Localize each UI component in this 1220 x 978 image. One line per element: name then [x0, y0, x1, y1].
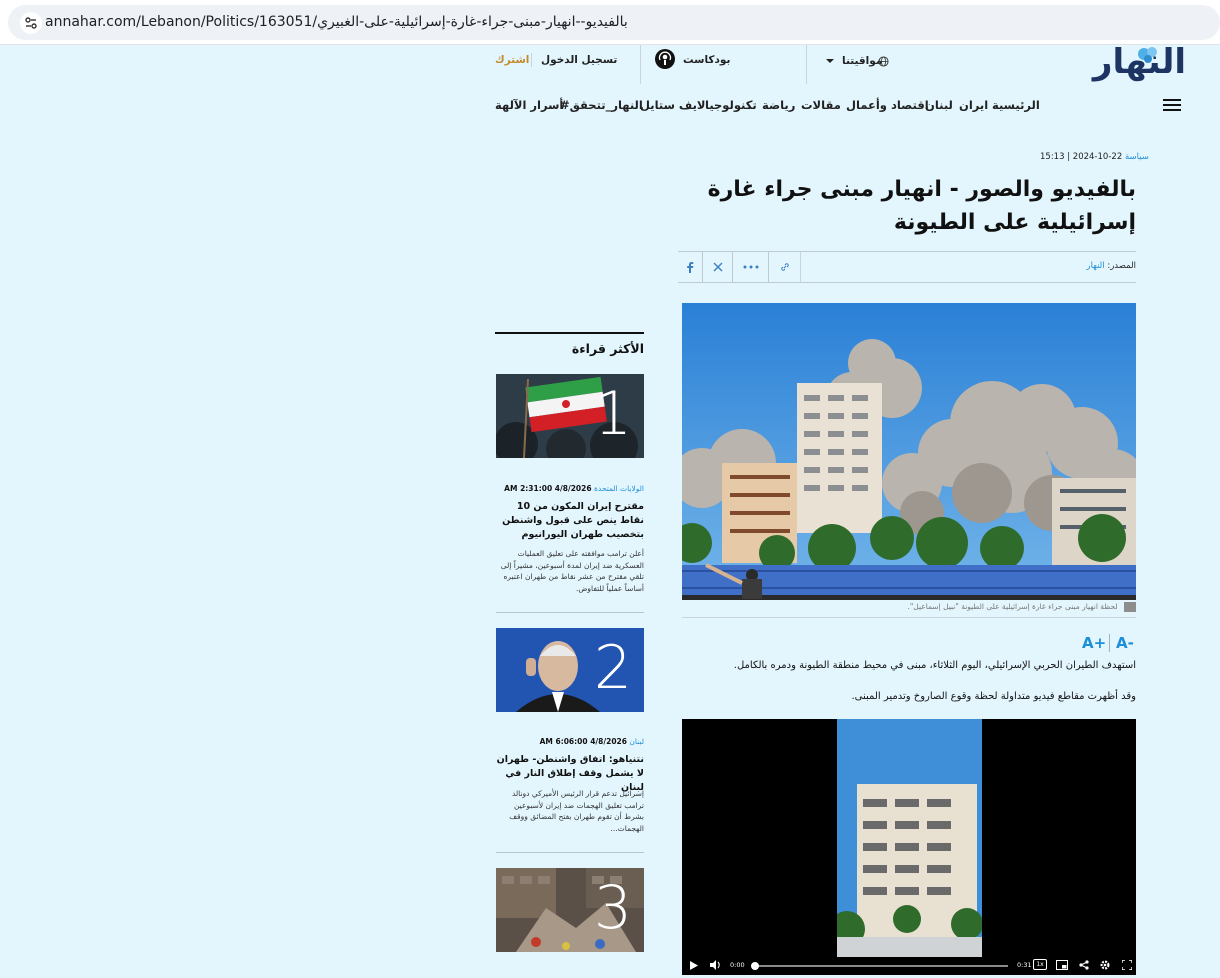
source-label: المصدر: [1107, 261, 1136, 271]
login-link[interactable]: تسجيل الدخول [541, 54, 617, 66]
font-decrease-button[interactable]: A- [1116, 634, 1134, 652]
font-size-controls: A- A+ [1080, 634, 1138, 654]
sidebar-divider [495, 332, 644, 334]
most-read-image-1[interactable]: 1 [496, 374, 644, 458]
article-meta: سياسة 22-10-2024 | 15:13 [1040, 152, 1149, 162]
chevron-down-icon [826, 59, 834, 63]
item-date: 4/8/2026 6:06:00 AM [539, 737, 627, 746]
fullscreen-icon[interactable] [1122, 960, 1132, 970]
caption-text: لحظة انهيار مبنى جراء غارة إسرائيلية على… [907, 602, 1118, 611]
article-paragraph: استهدف الطيران الحربي الإسرائيلي، اليوم … [733, 660, 1136, 671]
video-controls: 0:00 0:31 1x [682, 957, 1136, 975]
rank-number: 3 [593, 873, 632, 943]
globe-icon [878, 56, 889, 67]
nav-iran[interactable]: ايران [959, 98, 988, 112]
article-source: المصدر: النهار [1086, 261, 1136, 271]
settings-icon[interactable] [1100, 960, 1110, 970]
facebook-icon[interactable] [678, 252, 702, 282]
card-divider [496, 612, 644, 613]
article-category[interactable]: سياسة [1125, 152, 1149, 162]
more-icon[interactable] [732, 252, 768, 282]
item-category[interactable]: الولايات المتحدة [594, 484, 644, 493]
menu-icon[interactable] [1160, 95, 1184, 115]
caption-divider [682, 617, 1136, 618]
header-divider [806, 45, 807, 84]
share-bar: المصدر: النهار [678, 251, 1136, 283]
article-date: 22-10-2024 | 15:13 [1040, 152, 1123, 162]
most-read-meta-1: الولايات المتحدة 4/8/2026 2:31:00 AM [496, 484, 644, 493]
volume-icon[interactable] [710, 960, 721, 970]
video-progress-track[interactable] [751, 962, 1008, 970]
article-hero-image[interactable] [682, 303, 1136, 600]
tune-icon[interactable] [20, 12, 42, 34]
video-progress-handle[interactable] [751, 962, 759, 970]
item-date: 4/8/2026 2:31:00 AM [504, 484, 592, 493]
image-caption: لحظة انهيار مبنى جراء غارة إسرائيلية على… [682, 602, 1136, 616]
share-divider [800, 252, 801, 282]
address-bar[interactable]: annahar.com/Lebanon/Politics/163051/بالف… [8, 5, 1220, 40]
item-category[interactable]: لبنان [629, 737, 644, 746]
most-read-summary-1: أعلن ترامب موافقته على تعليق العمليات ال… [500, 549, 644, 593]
video-frame [837, 719, 982, 957]
source-name[interactable]: النهار [1086, 261, 1104, 271]
camera-icon [1124, 602, 1136, 612]
nav-lifestyle[interactable]: لايف ستايل [640, 98, 706, 112]
nav-annahar-fact-check[interactable]: #النهار_تتحقق [560, 98, 643, 112]
share-icon[interactable] [1079, 960, 1089, 970]
timings-label: مواقيتنا [842, 55, 883, 67]
rank-number: 1 [593, 379, 632, 449]
url-text[interactable]: annahar.com/Lebanon/Politics/163051/بالف… [45, 14, 628, 30]
most-read-meta-2: لبنان 4/8/2026 6:06:00 AM [496, 737, 644, 746]
site-logo[interactable]: النهار [1080, 42, 1190, 84]
browser-toolbar: annahar.com/Lebanon/Politics/163051/بالف… [0, 0, 1220, 45]
video-current-time: 0:00 [730, 961, 745, 969]
link-icon[interactable] [768, 252, 800, 282]
miniplayer-icon[interactable] [1056, 960, 1068, 970]
nav-articles[interactable]: مقالات [801, 98, 841, 112]
nav-economy[interactable]: اقتصاد وأعمال [846, 98, 929, 112]
podcast-link[interactable]: بودكاست [654, 48, 730, 70]
play-icon[interactable] [690, 961, 698, 970]
most-read-headline-1[interactable]: مقترح إيران المكون من 10 نقاط ينص على قب… [496, 500, 644, 542]
timings-dropdown[interactable]: مواقيتنا [826, 55, 892, 69]
font-increase-button[interactable]: A+ [1082, 634, 1106, 652]
most-read-summary-2: إسرائيل تدعم قرار الرئيس الأميركي دونالد… [509, 789, 644, 833]
x-icon[interactable] [702, 252, 732, 282]
captions-icon[interactable]: 1x [1033, 959, 1047, 970]
most-read-title: الأكثر قراءة [571, 341, 644, 356]
nav-lebanon[interactable]: لبنان [925, 98, 953, 112]
rank-number: 2 [593, 633, 632, 703]
header-divider [640, 45, 641, 84]
logo-text: النهار [1092, 42, 1186, 82]
most-read-image-3[interactable]: 3 [496, 868, 644, 952]
font-divider [1109, 634, 1110, 652]
article-title: بالفيديو والصور - انهيار مبنى جراء غارة … [707, 177, 1136, 235]
podcast-icon [655, 49, 675, 69]
video-duration: 0:31 [1017, 961, 1032, 969]
most-read-image-2[interactable]: 2 [496, 628, 644, 712]
nav-technology[interactable]: تكنولوجيا [705, 98, 757, 112]
playback-speed: 1x [1036, 961, 1044, 968]
podcast-label: بودكاست [683, 54, 731, 66]
nav-home[interactable]: الرئيسية [992, 98, 1040, 112]
card-divider [496, 852, 644, 853]
nav-sports[interactable]: رياضة [762, 98, 795, 112]
subscribe-link[interactable]: اشترك [495, 54, 529, 66]
header-divider [531, 53, 532, 67]
video-player[interactable]: 0:00 0:31 1x [682, 719, 1136, 975]
nav-gods-secrets[interactable]: أسرار الآلهة [495, 98, 563, 112]
article-paragraph: وقد أظهرت مقاطع فيديو متداولة لحظة وقوع … [851, 691, 1137, 702]
